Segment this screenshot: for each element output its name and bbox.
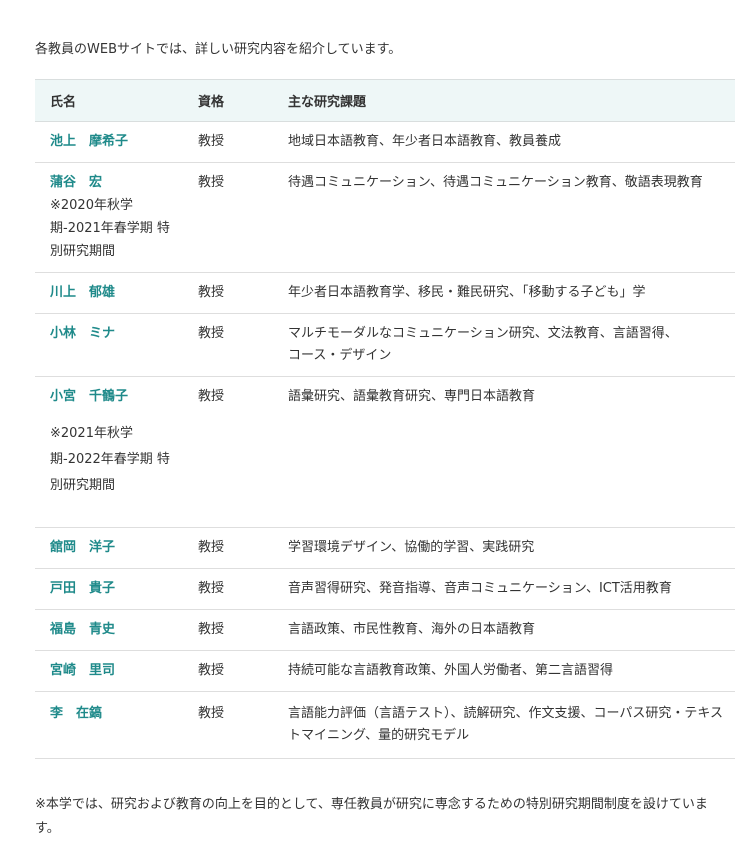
sabbatical-note: ※2020年秋学期-2021年春学期 特別研究期間 [50,198,170,259]
faculty-name-link[interactable]: 舘岡 洋子 [50,537,183,559]
intro-text: 各教員のWEBサイトでは、詳しい研究内容を紹介しています。 [35,42,402,57]
faculty-table-container: 氏名 資格 主な研究課題 池上 摩希子 教授 地域日本語教育、年少者日本語教育、… [35,79,735,759]
faculty-rank: 教授 [183,313,273,377]
table-row: 池上 摩希子 教授 地域日本語教育、年少者日本語教育、教員養成 [35,121,735,163]
table-row: 宮崎 里司 教授 持続可能な言語教育政策、外国人労働者、第二言語習得 [35,650,735,692]
table-row: 戸田 貴子 教授 音声習得研究、発音指導、音声コミュニケーション、ICT活用教育 [35,568,735,610]
faculty-rank: 教授 [183,527,273,569]
research-topics: 語彙研究、語彙教育研究、専門日本語教育 [288,389,536,404]
header-topics: 主な研究課題 [273,79,735,122]
faculty-name-link[interactable]: 小林 ミナ [50,323,183,345]
faculty-rank: 教授 [183,650,273,692]
research-topics: 年少者日本語教育学、移民・難民研究、「移動する子ども」学 [288,285,646,300]
research-topics: 言語能力評価（言語テスト）、読解研究、作文支援、コーパス研究・テキス [288,706,723,721]
faculty-name-link[interactable]: 川上 郁雄 [50,282,183,304]
research-topics: 待遇コミュニケーション、待遇コミュニケーション教育、敬語表現教育 [288,175,703,190]
table-row: 小林 ミナ 教授 マルチモーダルなコミュニケーション研究、文法教育、言語習得、 … [35,313,735,377]
faculty-name-link[interactable]: 李 在鎬 [50,703,183,725]
research-topics: マルチモーダルなコミュニケーション研究、文法教育、言語習得、 [288,326,678,341]
faculty-rank: 教授 [183,121,273,163]
table-row: 蒲谷 宏 ※2020年秋学期-2021年春学期 特別研究期間 教授 待遇コミュニ… [35,162,735,273]
faculty-name-link[interactable]: 戸田 貴子 [50,578,183,600]
table-header-row: 氏名 資格 主な研究課題 [35,79,735,122]
faculty-rank: 教授 [183,609,273,651]
faculty-rank: 教授 [183,568,273,610]
table-row: 川上 郁雄 教授 年少者日本語教育学、移民・難民研究、「移動する子ども」学 [35,272,735,314]
footnote: ※本学では、研究および教育の向上を目的として、専任教員が研究に専念するための特別… [35,797,708,836]
table-row: 李 在鎬 教授 言語能力評価（言語テスト）、読解研究、作文支援、コーパス研究・テ… [35,691,735,759]
table-row: 福島 青史 教授 言語政策、市民性教育、海外の日本語教育 [35,609,735,651]
research-topics: 地域日本語教育、年少者日本語教育、教員養成 [288,134,562,149]
faculty-rank: 教授 [183,376,273,528]
research-topics: 音声習得研究、発音指導、音声コミュニケーション、ICT活用教育 [288,581,672,596]
faculty-rank: 教授 [183,162,273,273]
header-rank: 資格 [183,79,273,122]
faculty-name-link[interactable]: 蒲谷 宏 [50,172,183,194]
table-row: 舘岡 洋子 教授 学習環境デザイン、協働的学習、実践研究 [35,527,735,569]
faculty-rank: 教授 [183,691,273,759]
research-topics: 学習環境デザイン、協働的学習、実践研究 [288,540,535,555]
research-topics: 言語政策、市民性教育、海外の日本語教育 [288,622,536,637]
sabbatical-note: ※2021年秋学期-2022年春学期 特別研究期間 [50,426,170,493]
faculty-name-link[interactable]: 宮崎 里司 [50,660,183,682]
faculty-name-link[interactable]: 福島 青史 [50,619,183,641]
research-topics-continued: コース・デザイン [288,348,392,363]
faculty-table: 氏名 資格 主な研究課題 池上 摩希子 教授 地域日本語教育、年少者日本語教育、… [35,79,735,759]
header-name: 氏名 [35,79,183,122]
faculty-name-link[interactable]: 小宮 千鶴子 [50,386,183,408]
research-topics: 持続可能な言語教育政策、外国人労働者、第二言語習得 [288,663,614,678]
faculty-rank: 教授 [183,272,273,314]
page: 各教員のWEBサイトでは、詳しい研究内容を紹介しています。 氏名 資格 主な研究… [0,0,735,862]
faculty-name-link[interactable]: 池上 摩希子 [50,131,183,153]
table-row: 小宮 千鶴子 ※2021年秋学期-2022年春学期 特別研究期間 教授 語彙研究… [35,376,735,528]
research-topics-continued: トマイニング、量的研究モデル [288,728,470,743]
